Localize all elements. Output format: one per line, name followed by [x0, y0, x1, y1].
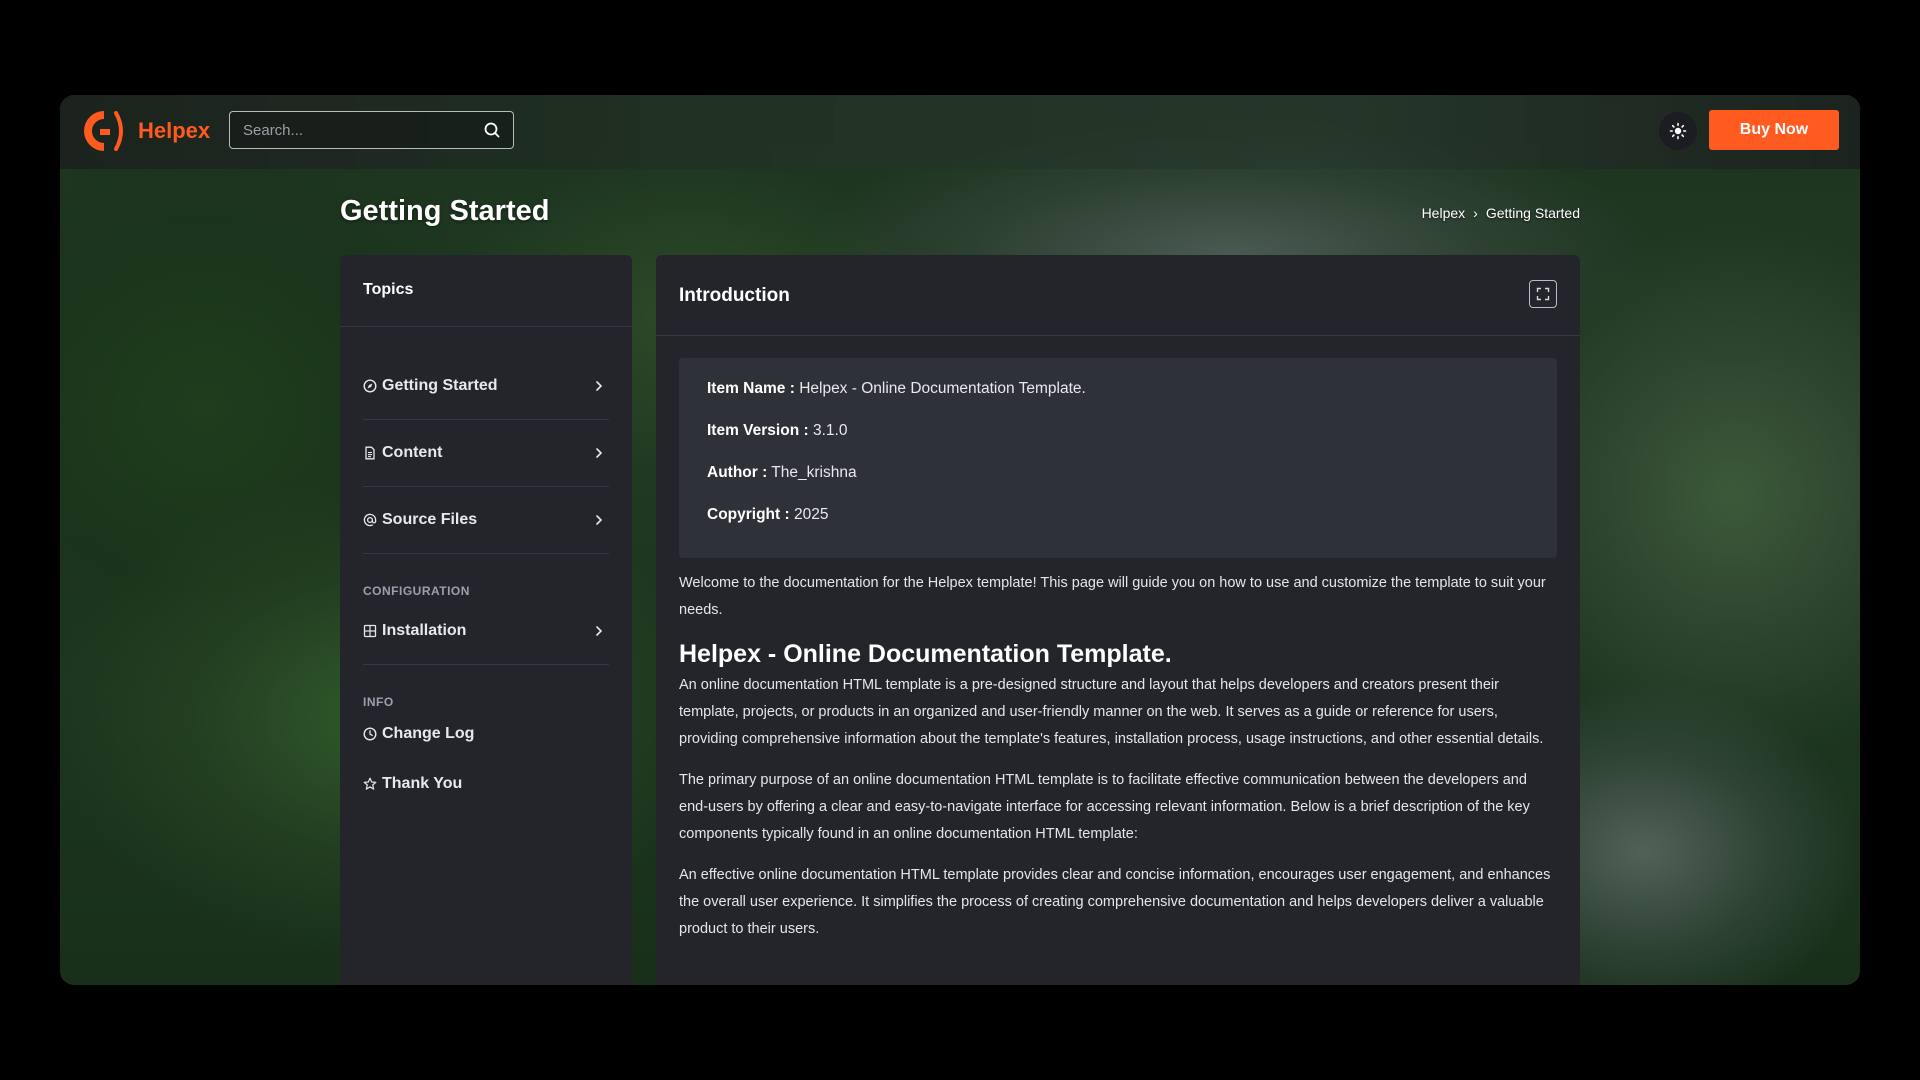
meta-item-name: Item Name : Helpex - Online Documentatio…	[707, 380, 1529, 398]
compass-icon	[363, 379, 377, 393]
content-title: Introduction	[679, 285, 790, 306]
sidebar-item-label: Getting Started	[382, 377, 498, 394]
meta-value: 3.1.0	[812, 422, 848, 439]
chevron-right-icon	[596, 626, 603, 636]
expand-icon	[1536, 287, 1550, 301]
sidebar-item-label: Thank You	[382, 775, 463, 792]
sun-icon	[1669, 122, 1687, 140]
content-header: Introduction	[656, 255, 1580, 336]
sidebar-item-source-files[interactable]: Source Files	[363, 487, 609, 554]
meta-key: Author :	[707, 464, 768, 481]
document-icon	[365, 446, 375, 460]
sidebar-nav: Getting Started Content Source Files CON…	[340, 327, 632, 809]
sidebar-item-label: Content	[382, 444, 443, 461]
breadcrumb-home-link[interactable]: Helpex	[1422, 205, 1466, 221]
logo-mark-icon	[84, 111, 123, 151]
article-paragraph: An online documentation HTML template is…	[679, 677, 1544, 747]
breadcrumb-current: Getting Started	[1485, 205, 1580, 221]
theme-toggle-button[interactable]	[1659, 112, 1697, 150]
main-content: Introduction Item Name : Helpex - Online…	[656, 255, 1580, 985]
at-icon	[363, 513, 377, 527]
section-label-configuration: CONFIGURATION	[363, 584, 470, 598]
sidebar-title: Topics	[340, 255, 632, 327]
meta-copyright: Copyright : 2025	[707, 506, 1529, 524]
sidebar-item-label: Installation	[382, 622, 467, 639]
meta-author: Author : The_krishna	[707, 464, 1529, 482]
page-title: Getting Started	[340, 195, 550, 227]
sidebar-item-label: Change Log	[382, 725, 475, 742]
sidebar-item-getting-started[interactable]: Getting Started	[363, 353, 609, 420]
section-label-info: INFO	[363, 695, 394, 709]
box-icon	[363, 624, 377, 638]
article-heading: Helpex - Online Documentation Template.	[679, 640, 1172, 668]
article-paragraph: The primary purpose of an online documen…	[679, 772, 1530, 842]
sidebar-item-installation[interactable]: Installation	[363, 598, 609, 665]
fullscreen-button[interactable]	[1529, 280, 1557, 308]
search-icon[interactable]	[481, 119, 503, 141]
search-box	[229, 111, 514, 149]
buy-now-button[interactable]: Buy Now	[1709, 110, 1839, 150]
app-window: Helpex Buy Now Getting Started	[60, 95, 1860, 985]
meta-value: Helpex - Online Documentation Template.	[799, 380, 1086, 397]
article-paragraph: An effective online documentation HTML t…	[679, 867, 1551, 937]
article-body: Welcome to the documentation for the Hel…	[656, 570, 1580, 943]
breadcrumb-separator: ›	[1473, 205, 1478, 221]
sidebar-item-change-log[interactable]: Change Log	[363, 709, 609, 759]
item-meta-box: Item Name : Helpex - Online Documentatio…	[679, 358, 1557, 558]
chevron-right-icon	[596, 448, 603, 458]
meta-key: Copyright :	[707, 506, 790, 523]
sidebar-item-thank-you[interactable]: Thank You	[363, 759, 609, 809]
top-navbar: Helpex Buy Now	[60, 95, 1860, 169]
meta-value: The_krishna	[771, 464, 857, 481]
sidebar: Topics Getting Started Content Source Fi…	[340, 255, 632, 985]
logo[interactable]: Helpex	[82, 107, 210, 155]
star-icon	[363, 777, 377, 790]
clock-icon	[363, 727, 377, 741]
breadcrumb: Helpex › Getting Started	[1422, 205, 1580, 221]
chevron-right-icon	[596, 515, 603, 525]
search-input[interactable]	[230, 120, 481, 140]
meta-item-version: Item Version : 3.1.0	[707, 422, 1529, 440]
sidebar-item-label: Source Files	[382, 511, 478, 528]
meta-key: Item Version :	[707, 422, 809, 439]
meta-value: 2025	[793, 506, 829, 523]
meta-key: Item Name :	[707, 380, 795, 397]
sidebar-item-content[interactable]: Content	[363, 420, 609, 487]
chevron-right-icon	[596, 381, 603, 391]
intro-paragraph: Welcome to the documentation for the Hel…	[679, 575, 1546, 618]
brand-name: Helpex	[138, 118, 211, 143]
